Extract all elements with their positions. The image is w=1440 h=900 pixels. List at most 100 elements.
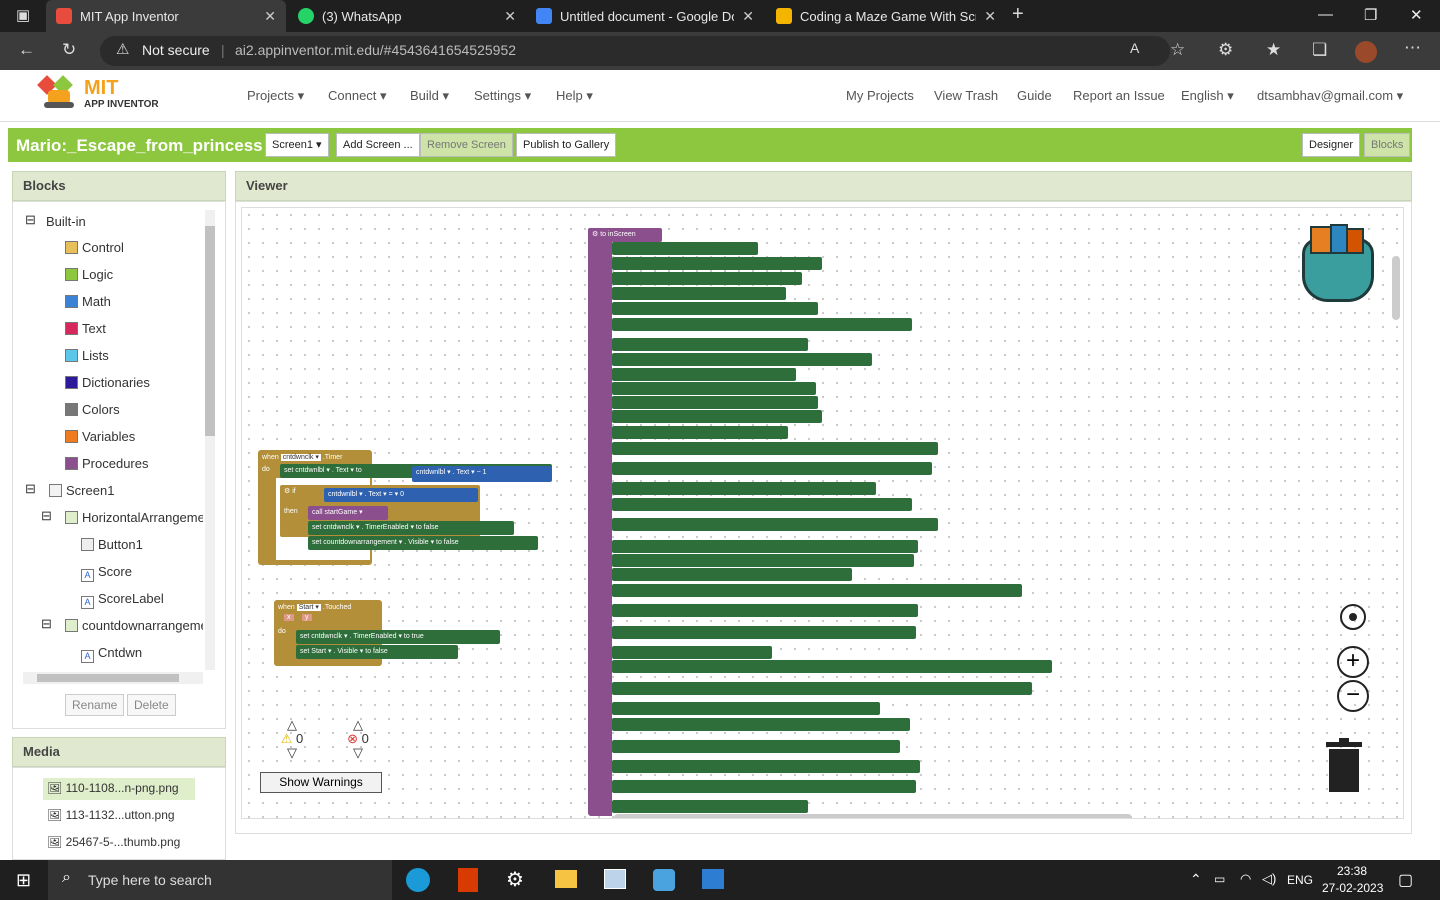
blocks-workspace[interactable]: when cntdwnclk ▾ .Timer do set cntdwnlbl… xyxy=(241,207,1404,819)
procedure-set-block[interactable] xyxy=(612,518,938,531)
zoho-icon[interactable] xyxy=(653,869,675,891)
procedure-set-block[interactable] xyxy=(612,660,1052,673)
compare-block[interactable]: cntdwnlbl ▾ . Text ▾ = ▾ 0 xyxy=(324,488,478,502)
tree-control[interactable]: Control xyxy=(65,240,124,255)
clock-time[interactable]: 23:38 xyxy=(1337,864,1367,878)
link-my-projects[interactable]: My Projects xyxy=(846,88,914,103)
set-block[interactable]: set Start ▾ . Visible ▾ to false xyxy=(296,645,458,659)
procedure-set-block[interactable] xyxy=(612,646,772,659)
set-block[interactable]: set cntdwnclk ▾ . TimerEnabled ▾ to fals… xyxy=(308,521,514,535)
procedure-set-block[interactable] xyxy=(612,604,918,617)
procedure-set-block[interactable] xyxy=(612,368,796,381)
file-explorer-icon[interactable] xyxy=(555,870,577,888)
tree-button1[interactable]: Button1 xyxy=(81,537,143,552)
media-file[interactable]: 🖼 25467-5-...thumb.png xyxy=(47,835,180,849)
clock-date[interactable]: 27-02-2023 xyxy=(1322,881,1383,895)
tab-whatsapp[interactable]: (3) WhatsApp ✕ xyxy=(288,0,526,32)
builtin-toggle-icon[interactable]: ⊟ xyxy=(25,212,36,228)
procedure-block-inscreen[interactable] xyxy=(588,228,612,816)
screen-select[interactable]: Screen1 ▾ xyxy=(265,133,329,157)
menu-build[interactable]: Build ▾ xyxy=(410,88,449,104)
read-aloud-icon[interactable]: A xyxy=(1130,40,1139,56)
recenter-icon[interactable] xyxy=(1340,604,1366,630)
rename-button[interactable]: Rename xyxy=(65,694,125,716)
procedure-set-block[interactable] xyxy=(612,498,912,511)
tree-score[interactable]: A Score xyxy=(81,564,132,582)
procedure-set-block[interactable] xyxy=(612,462,932,475)
edge-icon[interactable] xyxy=(406,868,430,892)
tree-procedures[interactable]: Procedures xyxy=(65,456,148,471)
tree-cntdwn[interactable]: A Cntdwn xyxy=(81,645,142,663)
procedure-header[interactable]: ⚙ to inScreen xyxy=(588,228,662,242)
show-warnings-button[interactable]: Show Warnings xyxy=(260,772,382,793)
procedure-set-block[interactable] xyxy=(612,584,1022,597)
favorite-add-icon[interactable]: ☆ xyxy=(1170,40,1185,60)
arrow-down-icon[interactable]: ▽ xyxy=(272,746,312,760)
workspace-v-scrollbar[interactable] xyxy=(1392,256,1400,320)
call-procedure-block[interactable]: call startGame ▾ xyxy=(308,506,388,520)
procedure-set-block[interactable] xyxy=(612,554,914,567)
close-tab-icon[interactable]: ✕ xyxy=(504,8,516,25)
publish-gallery-button[interactable]: Publish to Gallery xyxy=(516,133,617,157)
settings-icon[interactable]: ⚙ xyxy=(506,867,524,892)
math-block[interactable]: cntdwnlbl ▾ . Text ▾ − 1 xyxy=(412,466,552,482)
tree-countdown-arrangement[interactable]: countdownarrangeme xyxy=(65,618,203,633)
zoom-out-icon[interactable]: − xyxy=(1337,680,1369,712)
procedure-set-block[interactable] xyxy=(612,302,818,315)
close-tab-icon[interactable]: ✕ xyxy=(742,8,754,25)
media-file[interactable]: 🖼 113-1132...utton.png xyxy=(47,808,175,822)
volume-icon[interactable]: ◁) xyxy=(1262,871,1276,887)
notifications-icon[interactable]: ▢ xyxy=(1398,870,1413,890)
menu-language[interactable]: English ▾ xyxy=(1181,88,1234,104)
new-tab-icon[interactable]: + xyxy=(1012,3,1024,26)
remove-screen-button[interactable]: Remove Screen xyxy=(420,133,513,157)
extensions-icon[interactable]: ⚙ xyxy=(1218,40,1233,60)
office-icon[interactable] xyxy=(458,868,478,892)
procedure-set-block[interactable] xyxy=(612,718,910,731)
tree-variables[interactable]: Variables xyxy=(65,429,135,444)
procedure-set-block[interactable] xyxy=(612,396,818,409)
tree-logic[interactable]: Logic xyxy=(65,267,113,282)
url-text[interactable]: ai2.appinventor.mit.edu/#454364165452595… xyxy=(235,42,516,58)
menu-connect[interactable]: Connect ▾ xyxy=(328,88,387,104)
link-guide[interactable]: Guide xyxy=(1017,88,1052,103)
procedure-set-block[interactable] xyxy=(612,338,808,351)
procedure-set-block[interactable] xyxy=(612,800,808,813)
collections-icon[interactable]: ❏ xyxy=(1312,40,1327,60)
taskbar-search[interactable]: ⌕ Type here to search xyxy=(48,860,392,900)
profile-avatar[interactable] xyxy=(1355,41,1377,63)
procedure-set-block[interactable] xyxy=(612,780,916,793)
procedure-set-block[interactable] xyxy=(612,353,872,366)
tab-mit-app-inventor[interactable]: MIT App Inventor ✕ xyxy=(46,0,286,32)
installer-icon[interactable] xyxy=(702,869,724,889)
procedure-set-block[interactable] xyxy=(612,740,900,753)
procedure-set-block[interactable] xyxy=(612,682,1032,695)
close-tab-icon[interactable]: ✕ xyxy=(984,8,996,25)
trash-icon[interactable] xyxy=(1326,738,1362,792)
delete-button[interactable]: Delete xyxy=(127,694,176,716)
arrow-up-icon[interactable]: △ xyxy=(272,718,312,732)
screen1-toggle-icon[interactable]: ⊟ xyxy=(25,481,36,497)
zoom-in-icon[interactable]: + xyxy=(1337,646,1369,678)
countdown-toggle-icon[interactable]: ⊟ xyxy=(41,616,52,632)
tree-score-label[interactable]: A ScoreLabel xyxy=(81,591,164,609)
address-bar[interactable]: ⚠ Not secure | ai2.appinventor.mit.edu/#… xyxy=(100,36,1170,66)
procedure-set-block[interactable] xyxy=(612,442,938,455)
procedure-set-block[interactable] xyxy=(612,568,852,581)
language-indicator[interactable]: ENG xyxy=(1287,873,1313,887)
procedure-set-block[interactable] xyxy=(612,540,918,553)
procedure-set-block[interactable] xyxy=(612,287,786,300)
windows-start-icon[interactable]: ⊞ xyxy=(16,870,31,891)
tab-actions-icon[interactable]: ▣ xyxy=(16,6,30,24)
procedure-set-block[interactable] xyxy=(612,382,816,395)
more-icon[interactable]: ⋯ xyxy=(1404,38,1421,58)
favorites-icon[interactable]: ★ xyxy=(1266,40,1281,60)
tree-screen1[interactable]: Screen1 xyxy=(49,483,114,498)
procedure-set-block[interactable] xyxy=(612,272,802,285)
tree-colors[interactable]: Colors xyxy=(65,402,120,417)
designer-button[interactable]: Designer xyxy=(1302,133,1361,157)
backpack-icon[interactable] xyxy=(1296,224,1384,306)
close-window-icon[interactable]: ✕ xyxy=(1410,6,1423,24)
procedure-set-block[interactable] xyxy=(612,626,916,639)
harr-toggle-icon[interactable]: ⊟ xyxy=(41,508,52,524)
